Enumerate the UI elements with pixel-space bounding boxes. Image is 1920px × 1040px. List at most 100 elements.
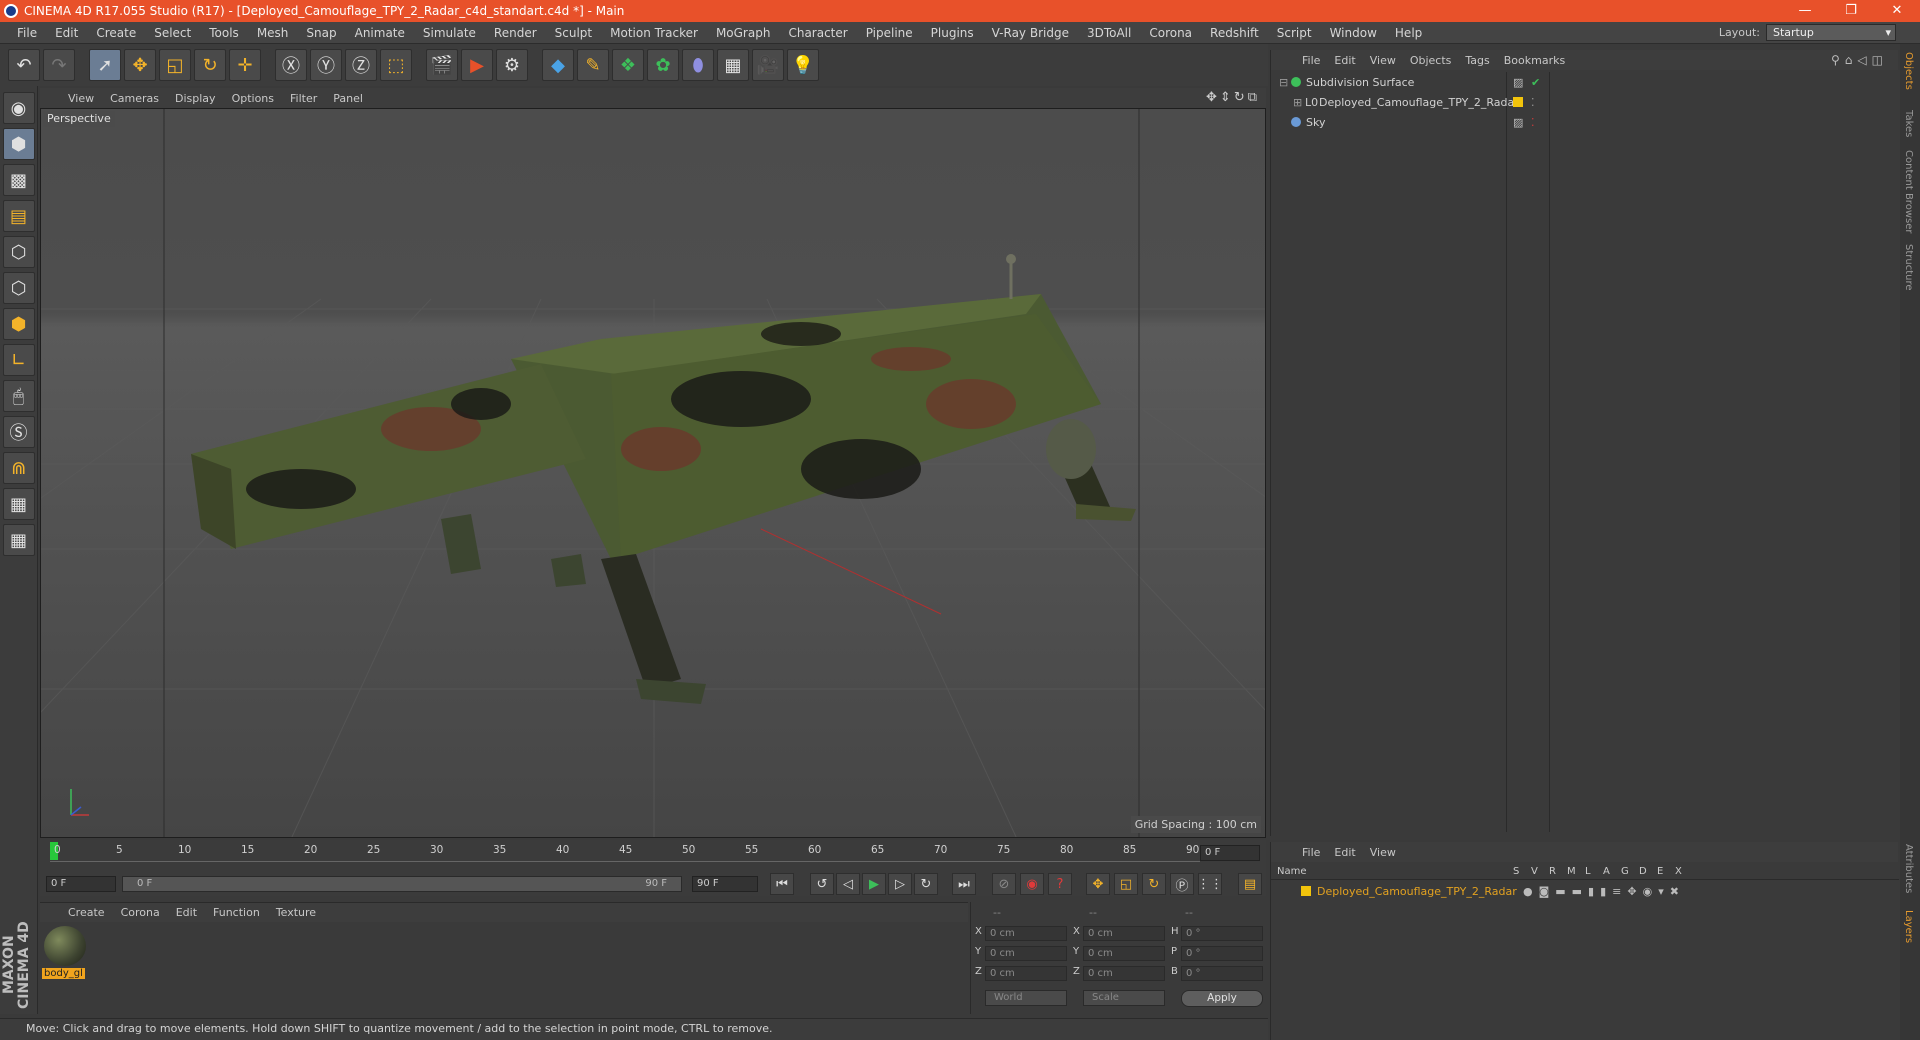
expand-icon[interactable]: ⊞	[1293, 96, 1305, 109]
menu-help[interactable]: Help	[1386, 26, 1431, 40]
material-name[interactable]: body_gl	[42, 968, 85, 979]
model-mode-icon[interactable]: ⬢	[2, 128, 35, 160]
apply-button[interactable]: Apply	[1181, 990, 1263, 1007]
viewport-menu-filter[interactable]: Filter	[282, 92, 325, 105]
visibility-icon[interactable]: ▨	[1513, 116, 1523, 129]
deformer-icon[interactable]: ⬮	[682, 49, 714, 81]
menu-edit[interactable]: Edit	[46, 26, 87, 40]
layer-name[interactable]: Deployed_Camouflage_TPY_2_Radar	[1317, 885, 1517, 898]
material-menu-corona[interactable]: Corona	[113, 906, 168, 919]
rotate-icon[interactable]: ↻	[194, 49, 226, 81]
record-icon[interactable]: ◉	[1020, 873, 1044, 895]
tab-content-browser[interactable]: Content Browser	[1903, 150, 1914, 233]
menu-motion-tracker[interactable]: Motion Tracker	[601, 26, 707, 40]
layer-color-swatch[interactable]	[1513, 97, 1523, 107]
viewport-menu-options[interactable]: Options	[224, 92, 282, 105]
menu-mesh[interactable]: Mesh	[248, 26, 298, 40]
object-name[interactable]: Deployed_Camouflage_TPY_2_Radar	[1319, 96, 1519, 109]
object-row[interactable]: ⊟ Subdivision Surface ▨ ✔	[1271, 72, 1899, 92]
tab-objects[interactable]: Objects	[1903, 52, 1914, 90]
material-thumbnail[interactable]	[44, 926, 86, 966]
maximize-button[interactable]: ❐	[1828, 0, 1874, 22]
axis-mode-icon[interactable]: ∟	[2, 344, 35, 376]
rotation-h-field[interactable]: 0 °	[1181, 926, 1263, 941]
render-view-icon[interactable]: 🎬	[426, 49, 458, 81]
minimize-button[interactable]: —	[1782, 0, 1828, 22]
menu-select[interactable]: Select	[145, 26, 200, 40]
tab-attributes[interactable]: Attributes	[1903, 844, 1914, 893]
position-z-field[interactable]: 0 cm	[985, 966, 1067, 981]
layer-menu-file[interactable]: File	[1295, 846, 1327, 859]
play-icon[interactable]: ▶	[862, 873, 886, 895]
z-axis-icon[interactable]: Ⓩ	[345, 49, 377, 81]
goto-end-icon[interactable]: ⏭	[952, 873, 976, 895]
layer-color-swatch[interactable]	[1301, 886, 1311, 896]
menu-create[interactable]: Create	[87, 26, 145, 40]
visibility-dots-icon[interactable]: ⁚	[1531, 116, 1535, 129]
make-editable-icon[interactable]: ◉	[2, 92, 35, 124]
material-menu-edit[interactable]: Edit	[168, 906, 205, 919]
y-axis-icon[interactable]: Ⓨ	[310, 49, 342, 81]
objmgr-menu-file[interactable]: File	[1295, 54, 1327, 67]
solo-icon[interactable]: Ⓢ	[2, 416, 35, 448]
position-y-field[interactable]: 0 cm	[985, 946, 1067, 961]
camera-icon[interactable]: 🎥	[752, 49, 784, 81]
rotation-p-field[interactable]: 0 °	[1181, 946, 1263, 961]
planar-workplane-icon[interactable]: ▦	[2, 524, 35, 556]
menu-script[interactable]: Script	[1268, 26, 1321, 40]
viewport-perspective[interactable]: Perspective Grid Spacing : 100 cm	[40, 108, 1266, 838]
material-menu-create[interactable]: Create	[60, 906, 113, 919]
layer-menu-view[interactable]: View	[1363, 846, 1403, 859]
object-row[interactable]: Sky ▨ ⁚	[1271, 112, 1899, 132]
material-menu-function[interactable]: Function	[205, 906, 268, 919]
objmgr-menu-tags[interactable]: Tags	[1458, 54, 1496, 67]
check-icon[interactable]: ✔	[1531, 76, 1540, 89]
objmgr-toolbar-icons[interactable]: ⚲⌂◁◫	[1831, 53, 1888, 67]
current-frame-field[interactable]: 0 F	[1200, 845, 1260, 861]
viewport-menu-view[interactable]: View	[60, 92, 102, 105]
object-row[interactable]: ⊞ L0 Deployed_Camouflage_TPY_2_Radar ⁚	[1271, 92, 1899, 112]
close-button[interactable]: ✕	[1874, 0, 1920, 22]
move-icon[interactable]: ✥	[124, 49, 156, 81]
menu-render[interactable]: Render	[485, 26, 546, 40]
visibility-dots-icon[interactable]: ⁚	[1531, 96, 1535, 109]
render-settings-icon[interactable]: ⚙	[496, 49, 528, 81]
objmgr-menu-bookmarks[interactable]: Bookmarks	[1497, 54, 1572, 67]
viewport-menu-display[interactable]: Display	[167, 92, 224, 105]
menu-3dtoall[interactable]: 3DToAll	[1078, 26, 1140, 40]
camera-label[interactable]: Perspective	[43, 111, 115, 127]
points-mode-icon[interactable]: ⬡	[2, 236, 35, 268]
menu-simulate[interactable]: Simulate	[414, 26, 485, 40]
goto-start-icon[interactable]: ⏮	[770, 873, 794, 895]
timeline-ruler[interactable]: 0 5 10 15 20 25 30 35 40 45 50 55 60 65 …	[50, 842, 1200, 862]
menu-animate[interactable]: Animate	[346, 26, 414, 40]
viewport-menu-cameras[interactable]: Cameras	[102, 92, 167, 105]
x-axis-icon[interactable]: Ⓧ	[275, 49, 307, 81]
coord-mode-select[interactable]: World	[985, 990, 1067, 1006]
edges-mode-icon[interactable]: ⬡	[2, 272, 35, 304]
transform-icon[interactable]: ✛	[229, 49, 261, 81]
menu-tools[interactable]: Tools	[200, 26, 248, 40]
size-y-field[interactable]: 0 cm	[1083, 946, 1165, 961]
floor-icon[interactable]: ▦	[717, 49, 749, 81]
size-x-field[interactable]: 0 cm	[1083, 926, 1165, 941]
layer-menu-edit[interactable]: Edit	[1327, 846, 1362, 859]
scale-icon[interactable]: ◱	[159, 49, 191, 81]
polygons-mode-icon[interactable]: ⬢	[2, 308, 35, 340]
autokey-icon[interactable]: ?	[1048, 873, 1072, 895]
objmgr-menu-objects[interactable]: Objects	[1403, 54, 1459, 67]
menu-snap[interactable]: Snap	[297, 26, 345, 40]
texture-mode-icon[interactable]: ▩	[2, 164, 35, 196]
menu-vray-bridge[interactable]: V-Ray Bridge	[983, 26, 1078, 40]
size-mode-select[interactable]: Scale	[1083, 990, 1165, 1006]
max-frame-field[interactable]: 90 F	[692, 876, 758, 892]
cloner-icon[interactable]: ✿	[647, 49, 679, 81]
key-pla-icon[interactable]: ⋮⋮	[1197, 873, 1223, 895]
menu-character[interactable]: Character	[779, 26, 856, 40]
tab-structure[interactable]: Structure	[1903, 244, 1914, 291]
tab-takes[interactable]: Takes	[1903, 110, 1914, 137]
menu-window[interactable]: Window	[1321, 26, 1386, 40]
object-name[interactable]: Subdivision Surface	[1306, 76, 1414, 89]
menu-plugins[interactable]: Plugins	[922, 26, 983, 40]
menu-redshift[interactable]: Redshift	[1201, 26, 1268, 40]
